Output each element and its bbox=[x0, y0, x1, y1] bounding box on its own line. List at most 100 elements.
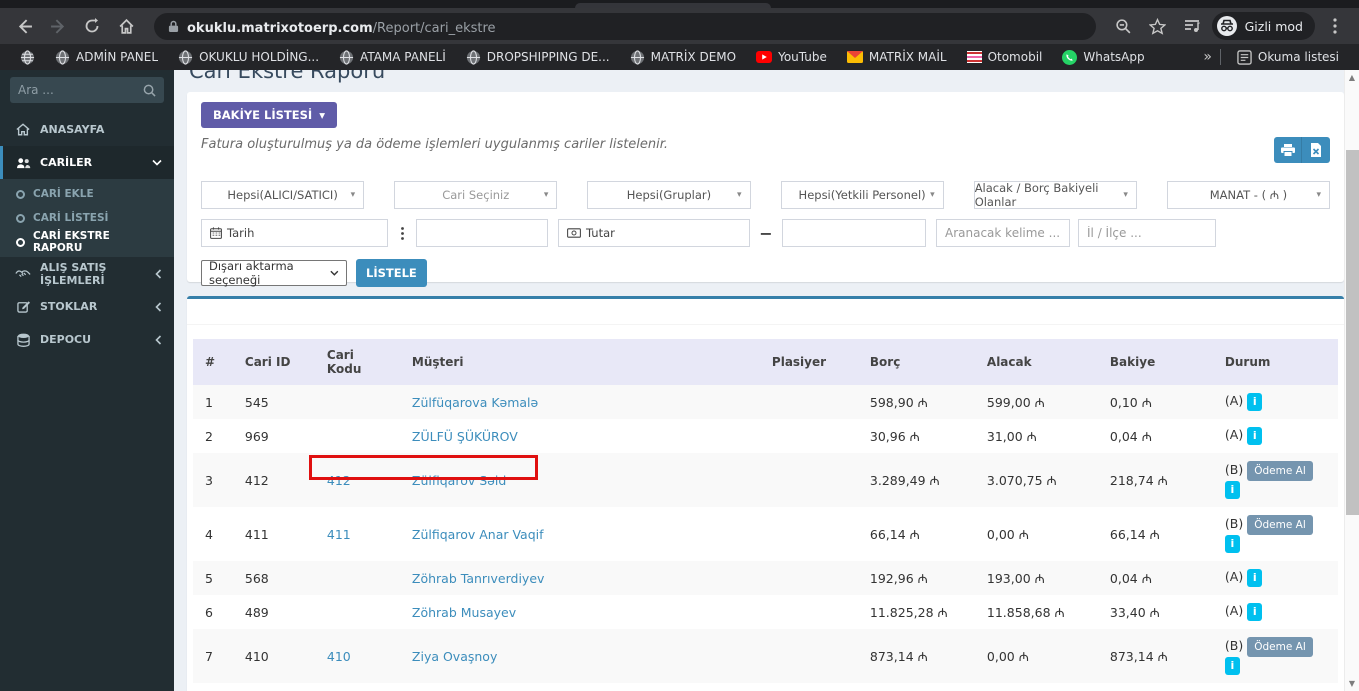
table-row: 8409409Zirvə liseyi0,00 ₼298,56 ₼298,56 … bbox=[193, 683, 1338, 691]
musteri-link[interactable]: Zülfüqarova Kəmalə bbox=[412, 395, 538, 410]
scroll-down-arrow-icon[interactable]: ▼ bbox=[1345, 676, 1359, 691]
sidebar-item-anasayfa[interactable]: ANASAYFA bbox=[0, 113, 174, 146]
table-row: 4 411 411 Zülfiqarov Anar Vaqif 66,14 ₼ 0,00 … bbox=[193, 507, 1338, 561]
globe-icon bbox=[466, 49, 480, 65]
report-table-body: 1 545 Zülfüqarova Kəmalə 598,90 ₼ 599,00 ₼ 0,… bbox=[193, 385, 1338, 691]
sidebar-item-cari-ekstre-raporu[interactable]: CARİ EKSTRE RAPORU bbox=[0, 230, 174, 254]
alacak-cell: 31,00 ₼ bbox=[986, 428, 1037, 444]
page-scrollbar[interactable]: ▲ ▼ bbox=[1344, 70, 1359, 691]
odeme-al-button[interactable]: Ödeme Al bbox=[1247, 515, 1313, 535]
info-button[interactable]: i bbox=[1224, 481, 1240, 499]
circle-icon bbox=[16, 237, 25, 247]
alacak-cell: 599,00 ₼ bbox=[974, 385, 1098, 419]
cari-kodu-link[interactable]: 411 bbox=[327, 527, 351, 542]
keyword-input[interactable] bbox=[936, 219, 1070, 247]
musteri-link[interactable]: Zülfiqarov Anar Vaqif bbox=[412, 527, 544, 542]
bookmark-youtube[interactable]: YouTube bbox=[748, 48, 835, 66]
date-start-input[interactable] bbox=[262, 220, 387, 246]
sidebar-subitem-label: CARİ EKLE bbox=[33, 188, 94, 200]
bookmark-matrix-mail[interactable]: MATRİX MAİL bbox=[839, 48, 955, 66]
musteri-link[interactable]: Ziya Ovaşnoy bbox=[412, 649, 497, 664]
info-button[interactable]: i bbox=[1224, 657, 1240, 675]
odeme-al-button[interactable]: Ödeme Al bbox=[1247, 461, 1313, 481]
musteri-link[interactable]: Zöhrab Musayev bbox=[412, 605, 516, 620]
print-button[interactable] bbox=[1274, 137, 1302, 163]
durum-cell: (A)i bbox=[1212, 561, 1338, 595]
alacak-cell: 298,56 ₼ bbox=[975, 683, 1098, 691]
sidebar-search[interactable] bbox=[10, 77, 164, 103]
musteri-link[interactable]: ZÜLFÜ ŞÜKÜROV bbox=[412, 429, 518, 444]
musteri-link[interactable]: Zülfiqarov Səid bbox=[412, 473, 506, 488]
reload-button[interactable] bbox=[78, 12, 106, 40]
sidebar-search-input[interactable] bbox=[18, 83, 143, 97]
chevron-left-icon bbox=[155, 268, 162, 279]
export-option-select[interactable]: Dışarı aktarma seçeneği bbox=[201, 259, 347, 287]
musteri-link[interactable]: Zöhrab Tanrıverdiyev bbox=[412, 571, 545, 586]
bakiye-listesi-button[interactable]: BAKİYE LİSTESİ ▾ bbox=[201, 102, 337, 128]
info-button[interactable]: i bbox=[1247, 393, 1263, 411]
sidebar-item-cariler[interactable]: CARİLER bbox=[0, 146, 174, 179]
bakiye-cell: 298,56 ₼ bbox=[1098, 683, 1213, 691]
sidebar-item-cari-listesi[interactable]: CARİ LİSTESİ bbox=[0, 206, 174, 230]
scrollbar-thumb[interactable] bbox=[1346, 150, 1359, 515]
zoom-button[interactable] bbox=[1110, 12, 1138, 40]
listele-button[interactable]: LİSTELE bbox=[356, 259, 427, 287]
date-separator bbox=[388, 226, 416, 240]
sidebar-item-alis-satis[interactable]: ALIŞ SATIŞ İŞLEMLERİ bbox=[0, 257, 174, 290]
bookmark-okuklu-holding[interactable]: OKUKLU HOLDİNG... bbox=[170, 48, 327, 67]
bookmark-item[interactable] bbox=[12, 48, 43, 67]
select-para-birimi[interactable]: MANAT - ( ₼ ) ▾ bbox=[1166, 181, 1331, 209]
info-button[interactable]: i bbox=[1224, 535, 1240, 553]
cari-kodu-cell: 412 bbox=[308, 453, 538, 507]
info-button[interactable]: i bbox=[1247, 569, 1263, 587]
city-district-input[interactable] bbox=[1078, 219, 1216, 247]
search-icon[interactable] bbox=[143, 84, 156, 97]
excel-export-button[interactable] bbox=[1302, 137, 1330, 163]
active-tab[interactable] bbox=[575, 3, 771, 8]
alacak-cell: 0,00 ₼ bbox=[986, 526, 1029, 542]
row-no: 2 bbox=[205, 428, 213, 444]
row-no: 8 bbox=[193, 683, 233, 691]
back-button[interactable] bbox=[10, 12, 38, 40]
select-alici-satici[interactable]: Hepsi(ALICI/SATICI) ▾ bbox=[201, 181, 365, 209]
bookmark-whatsapp[interactable]: WhatsApp bbox=[1054, 48, 1152, 67]
bookmark-star-button[interactable] bbox=[1144, 12, 1172, 40]
bookmark-atama-paneli[interactable]: ATAMA PANELİ bbox=[331, 48, 454, 67]
amount-max-input[interactable] bbox=[782, 219, 926, 247]
browser-menu-button[interactable] bbox=[1321, 12, 1349, 40]
bookmark-matrix-demo[interactable]: MATRİX DEMO bbox=[622, 48, 745, 67]
select-bakiye-tipi[interactable]: Alacak / Borç Bakiyeli Olanlar ▾ bbox=[973, 181, 1137, 209]
reading-list-button[interactable]: Okuma listesi bbox=[1229, 48, 1347, 67]
cari-kodu-link[interactable]: 410 bbox=[327, 649, 351, 664]
select-cari[interactable]: Cari Seçiniz ▾ bbox=[394, 181, 558, 209]
bookmarks-overflow-button[interactable]: » bbox=[1203, 49, 1212, 65]
media-controls-button[interactable] bbox=[1178, 12, 1206, 40]
odeme-al-button[interactable]: Ödeme Al bbox=[1247, 637, 1313, 657]
scroll-up-arrow-icon[interactable]: ▲ bbox=[1345, 70, 1359, 85]
bookmark-admin-panel[interactable]: ADMİN PANEL bbox=[47, 48, 166, 67]
cari-kodu-link[interactable]: 412 bbox=[327, 473, 351, 488]
sidebar-item-cari-ekle[interactable]: CARİ EKLE bbox=[0, 182, 174, 206]
select-yetkili-personel[interactable]: Hepsi(Yetkili Personel) ▾ bbox=[780, 181, 944, 209]
report-table: # Cari ID Cari Kodu Müşteri Plasiyer Bor… bbox=[193, 339, 1338, 691]
bookmarks-bar: ADMİN PANEL OKUKLU HOLDİNG... ATAMA PANE… bbox=[0, 44, 1359, 70]
select-gruplar[interactable]: Hepsi(Gruplar) ▾ bbox=[587, 181, 751, 209]
home-button[interactable] bbox=[112, 12, 140, 40]
info-button[interactable]: i bbox=[1247, 427, 1263, 445]
caret-down-icon: ▾ bbox=[736, 190, 742, 200]
forward-button[interactable] bbox=[44, 12, 72, 40]
info-button[interactable]: i bbox=[1247, 603, 1263, 621]
amount-addon: Tutar bbox=[559, 226, 623, 240]
amount-min-input[interactable] bbox=[622, 220, 749, 246]
sidebar-item-stoklar[interactable]: STOKLAR bbox=[0, 290, 174, 323]
musteri-cell: Zülfiqarov Anar Vaqif bbox=[400, 507, 760, 561]
date-end-input[interactable] bbox=[416, 219, 548, 247]
bakiye-cell: 33,40 ₼ bbox=[1109, 604, 1160, 620]
sidebar-item-depocu[interactable]: DEPOCU bbox=[0, 323, 174, 356]
bookmark-dropshipping[interactable]: DROPSHIPPING DE... bbox=[458, 48, 618, 67]
bookmark-otomobil[interactable]: Otomobil bbox=[959, 48, 1051, 66]
durum-cell: (A)i bbox=[1213, 683, 1338, 691]
mail-icon bbox=[846, 51, 863, 63]
globe-icon bbox=[179, 49, 193, 65]
url-bar[interactable]: okuklu.matrixotoerp.com/Report/cari_ekst… bbox=[154, 12, 1096, 40]
